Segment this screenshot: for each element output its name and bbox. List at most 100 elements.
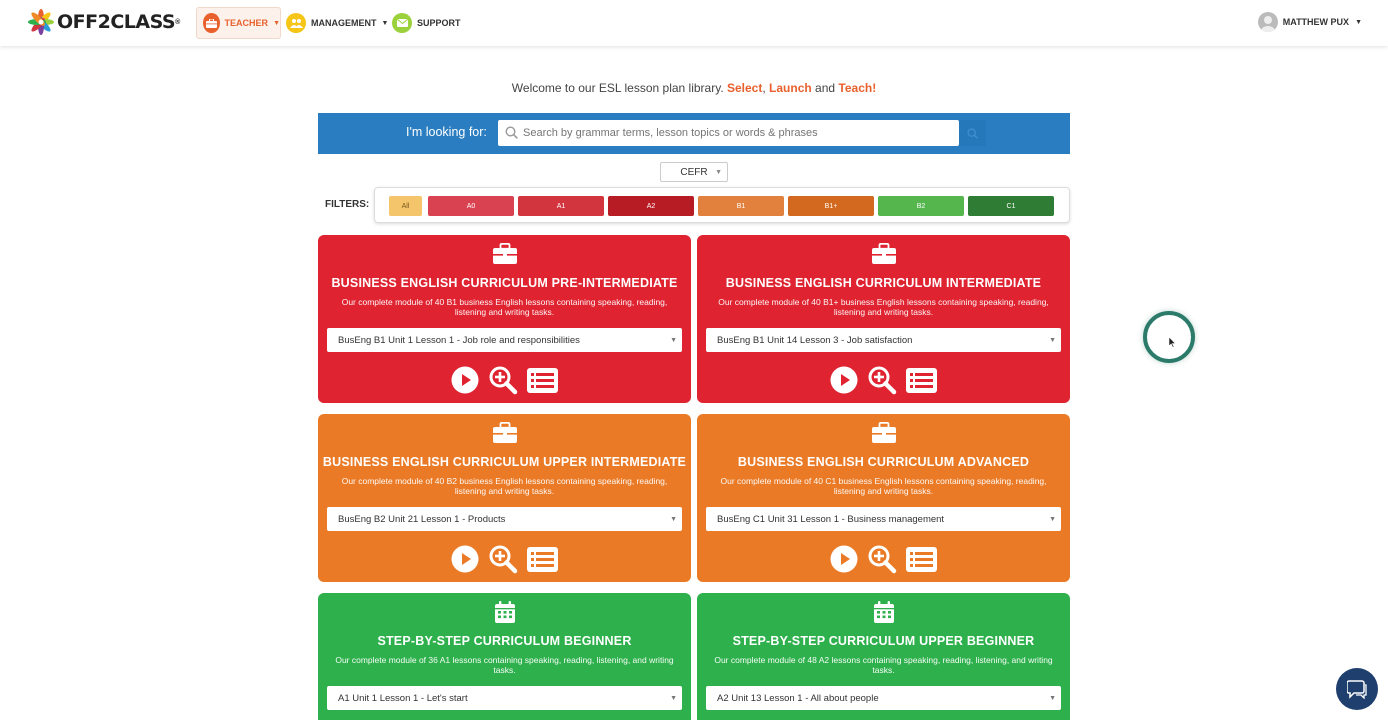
zoom-in-icon[interactable] xyxy=(488,365,518,395)
zoom-in-icon[interactable] xyxy=(867,365,897,395)
launch-word: Launch xyxy=(769,81,812,95)
calendar-icon xyxy=(318,601,691,623)
briefcase-icon xyxy=(318,243,691,264)
nav-management-label: MANAGEMENT xyxy=(311,18,377,28)
filters-label: FILTERS: xyxy=(325,199,370,210)
lesson-select[interactable]: BusEng B2 Unit 21 Lesson 1 - Products ▼ xyxy=(327,507,682,531)
play-icon[interactable] xyxy=(451,366,479,394)
curriculum-card: STEP-BY-STEP CURRICULUM UPPER BEGINNER O… xyxy=(697,593,1070,720)
card-title: BUSINESS ENGLISH CURRICULUM ADVANCED xyxy=(737,455,1030,469)
caret-down-icon: ▼ xyxy=(1049,515,1056,523)
curriculum-card: BUSINESS ENGLISH CURRICULUM ADVANCED Our… xyxy=(697,414,1070,582)
nav-support[interactable]: SUPPORT xyxy=(392,7,461,39)
briefcase-icon xyxy=(318,422,691,443)
lesson-select-value: BusEng C1 Unit 31 Lesson 1 - Business ma… xyxy=(717,513,945,525)
filter-all[interactable]: All xyxy=(389,196,422,216)
play-icon[interactable] xyxy=(830,545,858,573)
flower-logo-icon xyxy=(28,9,54,35)
card-actions xyxy=(318,365,691,395)
card-title: STEP-BY-STEP CURRICULUM BEGINNER xyxy=(377,634,632,648)
filter-b2[interactable]: B2 xyxy=(878,196,964,216)
cefr-selected-value: CEFR xyxy=(680,166,708,178)
list-icon[interactable] xyxy=(906,546,937,572)
caret-down-icon: ▼ xyxy=(1049,694,1056,702)
nav-teacher[interactable]: TEACHER ▼ xyxy=(196,7,281,39)
search-icon xyxy=(967,127,978,139)
caret-down-icon: ▼ xyxy=(670,336,677,344)
play-icon[interactable] xyxy=(451,545,479,573)
filter-all-label: All xyxy=(401,202,410,210)
curriculum-card: STEP-BY-STEP CURRICULUM BEGINNER Our com… xyxy=(318,593,691,720)
nav-support-label: SUPPORT xyxy=(417,18,461,28)
curriculum-card: BUSINESS ENGLISH CURRICULUM INTERMEDIATE… xyxy=(697,235,1070,403)
welcome-text: Welcome to our ESL lesson plan library. xyxy=(511,81,727,95)
caret-down-icon: ▼ xyxy=(670,515,677,523)
curriculum-card: BUSINESS ENGLISH CURRICULUM PRE-INTERMED… xyxy=(318,235,691,403)
filter-b1-label: B1 xyxy=(736,202,746,210)
filters-bar: All A0 A1 A2 B1 B1+ B2 C1 xyxy=(374,187,1070,223)
caret-down-icon: ▼ xyxy=(381,19,389,27)
lesson-select[interactable]: A2 Unit 13 Lesson 1 - All about people ▼ xyxy=(706,686,1061,710)
calendar-icon xyxy=(697,601,1070,623)
filter-a0[interactable]: A0 xyxy=(428,196,514,216)
caret-down-icon: ▼ xyxy=(1049,336,1056,344)
list-icon[interactable] xyxy=(906,367,937,393)
caret-down-icon: ▼ xyxy=(715,168,722,176)
nav-management[interactable]: MANAGEMENT ▼ xyxy=(286,7,388,39)
curriculum-card: BUSINESS ENGLISH CURRICULUM UPPER INTERM… xyxy=(318,414,691,582)
briefcase-icon xyxy=(203,13,220,33)
avatar xyxy=(1257,12,1278,32)
lesson-select-value: BusEng B2 Unit 21 Lesson 1 - Products xyxy=(338,513,506,525)
filter-b1-plus[interactable]: B1+ xyxy=(788,196,874,216)
card-actions xyxy=(697,544,1070,574)
lesson-select[interactable]: BusEng C1 Unit 31 Lesson 1 - Business ma… xyxy=(706,507,1061,531)
envelope-icon xyxy=(392,13,412,33)
caret-down-icon: ▼ xyxy=(1355,18,1362,26)
lesson-select-value: BusEng B1 Unit 14 Lesson 3 - Job satisfa… xyxy=(717,334,913,346)
lesson-select-value: BusEng B1 Unit 1 Lesson 1 - Job role and… xyxy=(338,334,580,346)
users-icon xyxy=(286,13,306,33)
filter-b1[interactable]: B1 xyxy=(698,196,784,216)
chat-button[interactable] xyxy=(1336,668,1378,710)
filter-a2[interactable]: A2 xyxy=(608,196,694,216)
briefcase-icon xyxy=(697,243,1070,264)
briefcase-icon xyxy=(697,422,1070,443)
nav-teacher-label: TEACHER xyxy=(224,18,269,28)
teach-word: Teach! xyxy=(838,81,877,95)
list-icon[interactable] xyxy=(527,546,558,572)
lesson-select[interactable]: A1 Unit 1 Lesson 1 - Let's start ▼ xyxy=(327,686,682,710)
brand-name: OFF2CLASS xyxy=(57,11,176,33)
loading-spinner xyxy=(1143,311,1195,363)
user-name: MATTHEW PUX xyxy=(1282,17,1350,27)
zoom-in-icon[interactable] xyxy=(488,544,518,574)
chat-bubble-icon xyxy=(1347,679,1367,699)
cefr-select[interactable]: CEFR ▼ xyxy=(660,162,728,182)
filter-a1[interactable]: A1 xyxy=(518,196,604,216)
off2class-logo[interactable]: OFF2CLASS ® xyxy=(28,9,180,35)
card-description: Our complete module of 40 B2 business En… xyxy=(341,476,668,496)
search-input[interactable] xyxy=(498,120,959,146)
list-icon[interactable] xyxy=(527,367,558,393)
card-description: Our complete module of 40 C1 business En… xyxy=(720,476,1047,496)
filter-c1[interactable]: C1 xyxy=(968,196,1054,216)
filter-a2-label: A2 xyxy=(646,202,656,210)
select-word: Select xyxy=(727,81,763,95)
card-description: Our complete module of 36 A1 lessons con… xyxy=(335,655,674,675)
card-title: BUSINESS ENGLISH CURRICULUM UPPER INTERM… xyxy=(322,455,687,469)
card-title: BUSINESS ENGLISH CURRICULUM INTERMEDIATE xyxy=(725,276,1042,290)
user-menu[interactable]: MATTHEW PUX ▼ xyxy=(1257,12,1362,32)
search-label: I'm looking for: xyxy=(406,125,487,139)
card-title: STEP-BY-STEP CURRICULUM UPPER BEGINNER xyxy=(732,634,1035,648)
zoom-in-icon[interactable] xyxy=(867,544,897,574)
lesson-select[interactable]: BusEng B1 Unit 1 Lesson 1 - Job role and… xyxy=(327,328,682,352)
top-navigation-bar: OFF2CLASS ® TEACHER ▼ MANAGEMENT ▼ SUPPOR… xyxy=(0,0,1388,46)
card-description: Our complete module of 40 B1 business En… xyxy=(341,297,668,317)
play-icon[interactable] xyxy=(830,366,858,394)
search-bar: I'm looking for: xyxy=(318,113,1070,154)
filter-b1-plus-label: B1+ xyxy=(824,202,838,210)
search-button[interactable] xyxy=(959,120,986,146)
lesson-select[interactable]: BusEng B1 Unit 14 Lesson 3 - Job satisfa… xyxy=(706,328,1061,352)
mouse-cursor-icon xyxy=(1169,337,1176,348)
lesson-select-value: A2 Unit 13 Lesson 1 - All about people xyxy=(717,692,879,704)
search-icon xyxy=(505,126,518,139)
